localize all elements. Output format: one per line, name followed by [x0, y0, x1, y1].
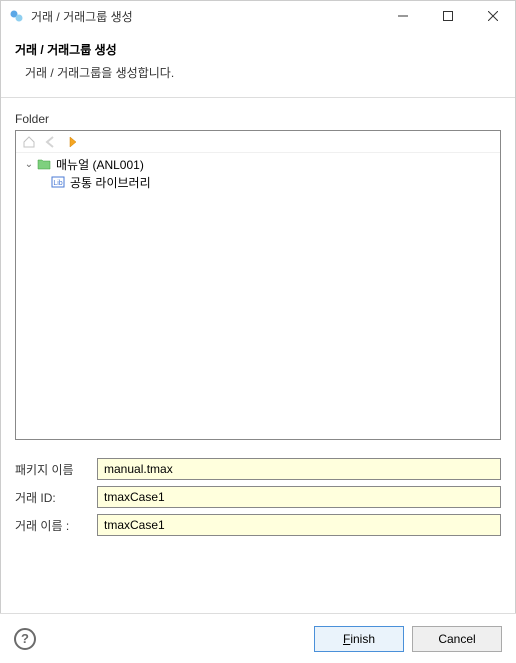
finish-button[interactable]: Finish [314, 626, 404, 652]
package-input[interactable] [97, 458, 501, 480]
app-icon [9, 8, 25, 24]
tree-label-root: 매뉴얼 (ANL001) [56, 156, 144, 173]
txname-input[interactable] [97, 514, 501, 536]
minimize-button[interactable] [380, 1, 425, 31]
form-area: 패키지 이름 거래 ID: 거래 이름 : [15, 458, 501, 536]
home-icon[interactable] [20, 133, 38, 151]
txid-input[interactable] [97, 486, 501, 508]
folder-label: Folder [15, 112, 501, 126]
content-area: Folder ⌄ 매뉴얼 (ANL001) [1, 98, 515, 536]
help-button[interactable]: ? [14, 628, 36, 650]
dialog-description: 거래 / 거래그룹을 생성합니다. [15, 64, 501, 81]
forward-icon[interactable] [64, 133, 82, 151]
back-icon[interactable] [42, 133, 60, 151]
tree-children: Lib 공통 라이브러리 [20, 173, 496, 191]
cancel-button[interactable]: Cancel [412, 626, 502, 652]
close-button[interactable] [470, 1, 515, 31]
dialog-header: 거래 / 거래그룹 생성 거래 / 거래그룹을 생성합니다. [1, 31, 515, 97]
form-row-txname: 거래 이름 : [15, 514, 501, 536]
svg-text:Lib: Lib [53, 180, 62, 187]
tree-toolbar [16, 131, 500, 153]
tree-row-root[interactable]: ⌄ 매뉴얼 (ANL001) [20, 155, 496, 173]
expand-toggle[interactable]: ⌄ [22, 159, 36, 170]
window-controls [380, 1, 515, 31]
form-row-package: 패키지 이름 [15, 458, 501, 480]
folder-tree-panel: ⌄ 매뉴얼 (ANL001) Lib 공통 라이브러리 [15, 130, 501, 440]
maximize-button[interactable] [425, 1, 470, 31]
form-row-txid: 거래 ID: [15, 486, 501, 508]
txname-label: 거래 이름 : [15, 517, 97, 534]
folder-tree[interactable]: ⌄ 매뉴얼 (ANL001) Lib 공통 라이브러리 [16, 153, 500, 439]
dialog-title: 거래 / 거래그룹 생성 [15, 41, 501, 58]
cancel-label: Cancel [438, 632, 475, 646]
tree-row-child[interactable]: Lib 공통 라이브러리 [48, 173, 496, 191]
tree-label-child: 공통 라이브러리 [70, 174, 151, 191]
titlebar: 거래 / 거래그룹 생성 [1, 1, 515, 31]
folder-open-icon [36, 156, 52, 172]
dialog-footer: ? Finish Cancel [0, 613, 516, 663]
finish-label: Finish [343, 632, 375, 646]
window-title: 거래 / 거래그룹 생성 [31, 8, 380, 25]
txid-label: 거래 ID: [15, 489, 97, 506]
library-icon: Lib [50, 174, 66, 190]
package-label: 패키지 이름 [15, 461, 97, 478]
